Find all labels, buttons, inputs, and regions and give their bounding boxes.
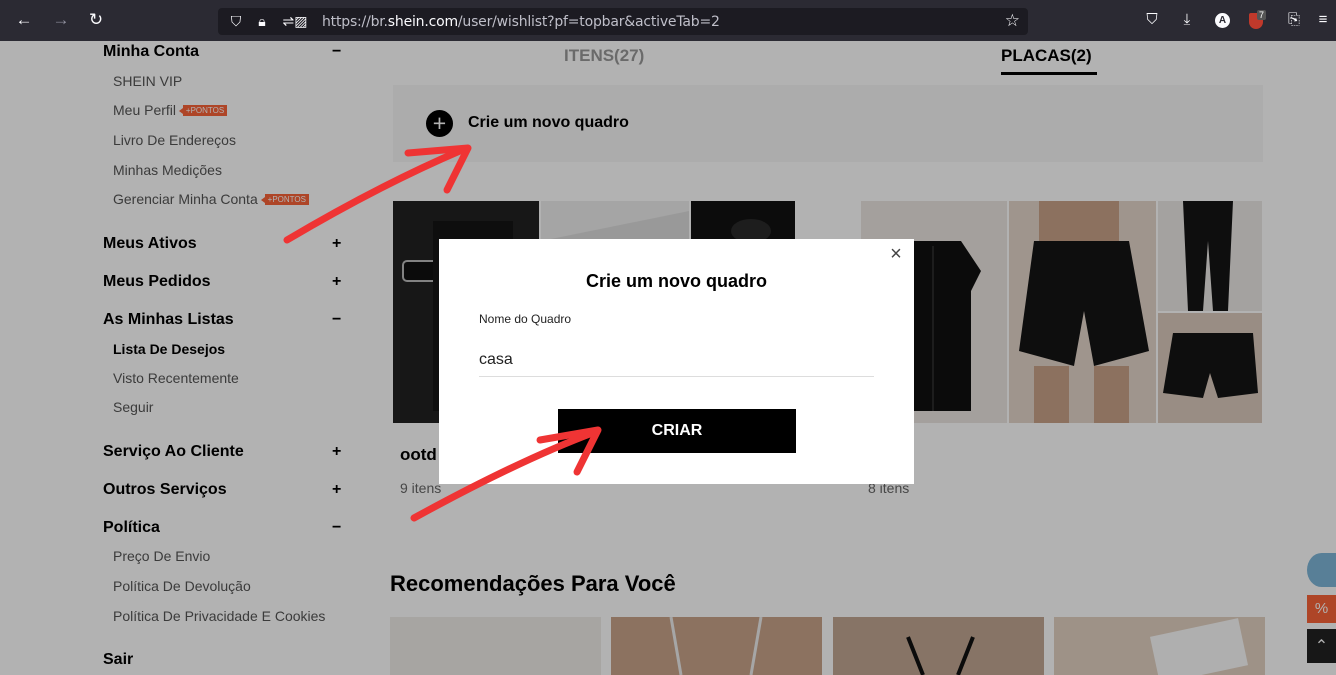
url-text[interactable]: https://br.shein.com/user/wishlist?pf=to… [322,14,720,30]
pocket-icon[interactable]: ⛉ [1142,11,1162,28]
reload-icon[interactable]: ↻ [86,10,106,30]
extension-badge: 7 [1257,10,1267,20]
shield-icon[interactable]: ⛉ [228,13,244,30]
close-icon[interactable]: × [887,244,905,264]
lock-icon[interactable]: 🔒︎ [254,13,270,30]
criar-button[interactable]: CRIAR [558,409,796,453]
board-name-label: Nome do Quadro [479,312,572,326]
bookmark-star-icon[interactable]: ☆ [1005,11,1020,31]
permissions-icon[interactable]: ⇌▨ [280,13,310,30]
board-name-input[interactable] [479,343,874,377]
share-icon[interactable]: ⎘ [1284,11,1304,28]
download-icon[interactable]: ⤓ [1177,11,1197,28]
forward-icon[interactable]: → [51,10,71,30]
back-icon[interactable]: ← [14,10,34,30]
account-avatar-icon[interactable]: A [1215,13,1230,28]
menu-icon[interactable]: ≡ [1313,11,1333,28]
url-bar[interactable]: ⛉ 🔒︎ ⇌▨ https://br.shein.com/user/wishli… [218,8,1028,35]
create-board-modal: × Crie um novo quadro Nome do Quadro CRI… [439,239,914,484]
browser-toolbar: ← → ↻ ⛉ 🔒︎ ⇌▨ https://br.shein.com/user/… [0,0,1336,41]
modal-title: Crie um novo quadro [585,271,767,291]
